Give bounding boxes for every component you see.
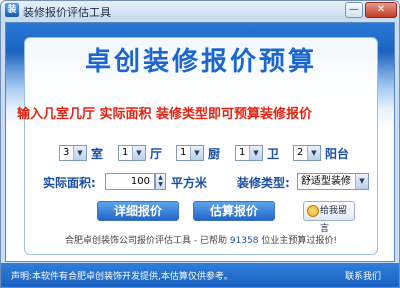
- subtitle-instruction: 输入几室几厅 实际面积 装修类型即可预算装修报价: [17, 107, 313, 122]
- livingroom-label: 厅: [150, 147, 163, 161]
- area-input[interactable]: 100: [105, 173, 155, 190]
- status-bar: 声明:本软件有合肥卓创装饰开发提供,本估算仅供参考。 联系我们: [1, 263, 399, 287]
- bedroom-select[interactable]: 3 ▼: [59, 145, 87, 161]
- contact-us-link[interactable]: 联系我们: [345, 269, 381, 282]
- chevron-down-icon[interactable]: ▼: [132, 146, 145, 160]
- close-button[interactable]: ✕: [365, 2, 397, 18]
- app-window: 装 装修报价评估工具 — ✕ 卓创装修报价预算 输入几室几厅 实际面积 装修类型…: [0, 0, 400, 288]
- kitchen-label: 厨: [208, 147, 221, 161]
- stepper-up-icon[interactable]: ▲: [156, 174, 165, 181]
- bedroom-label: 室: [91, 147, 104, 161]
- area-unit-label: 平方米: [171, 176, 208, 190]
- detail-quote-button[interactable]: 详细报价: [97, 201, 179, 221]
- minimize-button[interactable]: —: [345, 2, 363, 18]
- window-title: 装修报价评估工具: [23, 6, 111, 19]
- disclaimer-text: 声明:本软件有合肥卓创装饰开发提供,本估算仅供参考。: [11, 272, 233, 282]
- usage-count: 91358: [229, 236, 259, 246]
- balcony-label: 阳台: [325, 147, 350, 161]
- leave-message-button[interactable]: 给我留言: [303, 201, 355, 234]
- kitchen-select[interactable]: 1 ▼: [176, 145, 204, 161]
- page-title: 卓创装修报价预算: [84, 47, 317, 77]
- bathroom-select[interactable]: 1 ▼: [235, 145, 263, 161]
- estimate-quote-button[interactable]: 估算报价: [193, 201, 275, 221]
- area-stepper[interactable]: ▲ ▼: [155, 173, 166, 190]
- decor-type-label: 装修类型:: [237, 176, 290, 190]
- bathroom-label: 卫: [267, 147, 280, 161]
- area-label: 实际面积:: [43, 176, 96, 190]
- stepper-down-icon[interactable]: ▼: [156, 181, 165, 188]
- chevron-down-icon[interactable]: ▼: [190, 146, 203, 160]
- usage-suffix: 位业主预算过报价!: [261, 236, 337, 246]
- chevron-down-icon[interactable]: ▼: [73, 146, 86, 160]
- title-bar[interactable]: 装 装修报价评估工具 — ✕: [1, 1, 399, 20]
- chevron-down-icon[interactable]: ▼: [249, 146, 262, 160]
- chevron-down-icon[interactable]: ▼: [307, 146, 320, 160]
- balcony-select[interactable]: 2 ▼: [293, 145, 321, 161]
- smiley-icon: [307, 205, 319, 217]
- usage-prefix: 合肥卓创装饰公司报价评估工具 - 已帮助: [65, 236, 227, 246]
- livingroom-select[interactable]: 1 ▼: [118, 145, 146, 161]
- app-icon: 装: [5, 3, 19, 17]
- chevron-down-icon[interactable]: ▼: [355, 174, 368, 189]
- decor-type-select[interactable]: 舒适型装修 ▼: [297, 173, 369, 190]
- usage-info: 合肥卓创装饰公司报价评估工具 - 已帮助 91358 位业主预算过报价!: [1, 233, 399, 246]
